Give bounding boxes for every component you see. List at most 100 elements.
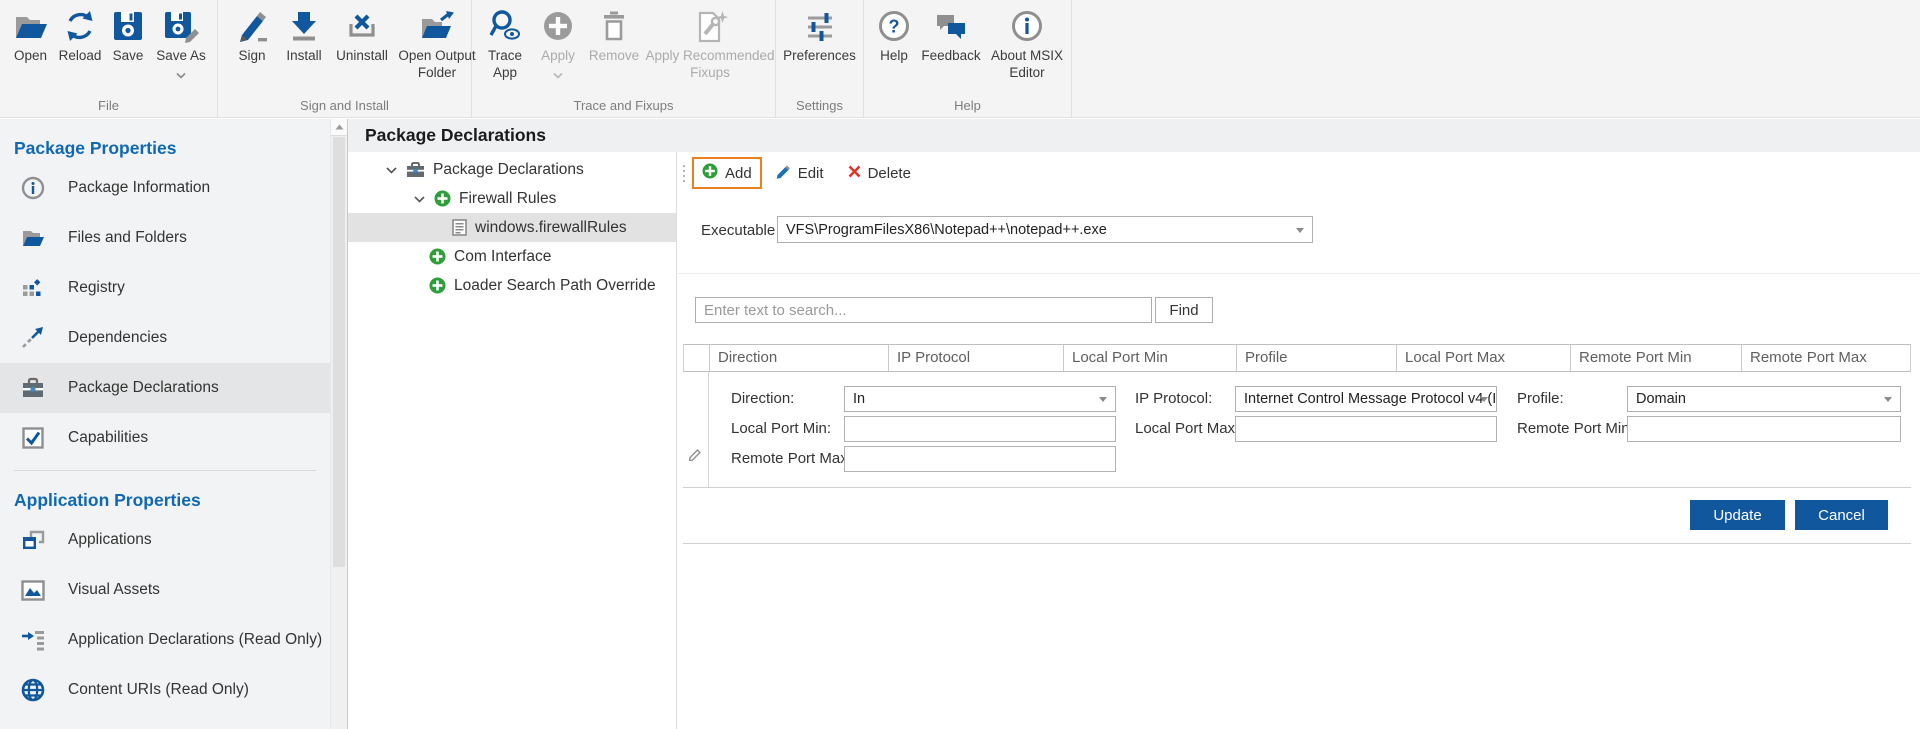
dependencies-icon xyxy=(20,326,46,350)
edit-label: Edit xyxy=(798,165,824,182)
sign-button[interactable]: Sign xyxy=(226,5,278,65)
column-header-local-port-min[interactable]: Local Port Min xyxy=(1063,345,1236,371)
preferences-button[interactable]: Preferences xyxy=(778,5,862,65)
install-label: Install xyxy=(286,48,321,65)
column-header-remote-port-max[interactable]: Remote Port Max xyxy=(1741,345,1910,371)
remove-label: Remove xyxy=(589,48,639,65)
green-plus-icon xyxy=(702,163,718,183)
chevron-down-icon xyxy=(1480,397,1488,402)
remove-button[interactable]: Remove xyxy=(584,5,644,65)
sidebar-item-applications[interactable]: Applications xyxy=(0,515,330,565)
edit-button[interactable]: Edit xyxy=(768,160,832,187)
ip-protocol-combobox[interactable]: Internet Control Message Protocol v4 (I.… xyxy=(1235,386,1497,412)
save-button[interactable]: Save xyxy=(105,5,151,65)
trace-app-icon xyxy=(488,5,522,47)
sidebar-item-visual-assets[interactable]: Visual Assets xyxy=(0,565,330,615)
page-title-bar: Package Declarations xyxy=(348,119,1920,152)
info-icon xyxy=(20,176,46,200)
sidebar-item-content-uris[interactable]: Content URIs (Read Only) xyxy=(0,665,330,715)
save-as-button[interactable]: Save As xyxy=(151,5,211,84)
column-header-profile[interactable]: Profile xyxy=(1236,345,1396,371)
sidebar-item-files-and-folders[interactable]: Files and Folders xyxy=(0,213,330,263)
open-label: Open xyxy=(14,48,47,65)
about-msix-editor-label: About MSIX Editor xyxy=(984,48,1070,82)
tree-item-label: Com Interface xyxy=(454,248,551,266)
column-header-direction[interactable]: Direction xyxy=(709,345,888,371)
folder-icon xyxy=(20,228,46,249)
sidebar-item-capabilities[interactable]: Capabilities xyxy=(0,413,330,463)
open-button[interactable]: Open xyxy=(6,5,55,65)
remote-port-min-input[interactable] xyxy=(1627,416,1901,442)
delete-label: Delete xyxy=(868,165,911,182)
executable-value: VFS\ProgramFilesX86\Notepad++\notepad++.… xyxy=(786,222,1107,238)
sidebar-item-package-information[interactable]: Package Information xyxy=(0,163,330,213)
feedback-button[interactable]: Feedback xyxy=(918,5,984,65)
local-port-max-label: Local Port Max: xyxy=(1135,416,1239,442)
tree-item-windows-firewallrules[interactable]: windows.firewallRules xyxy=(348,213,676,242)
ribbon-group-file: Open Reload Save Save As File xyxy=(0,0,218,117)
sidebar-item-label: Content URIs (Read Only) xyxy=(68,681,249,699)
column-header-ip-protocol[interactable]: IP Protocol xyxy=(888,345,1063,371)
sidebar-item-dependencies[interactable]: Dependencies xyxy=(0,313,330,363)
executable-combobox[interactable]: VFS\ProgramFilesX86\Notepad++\notepad++.… xyxy=(777,216,1313,243)
chevron-down-icon xyxy=(1099,397,1107,402)
tree-item-com-interface[interactable]: Com Interface xyxy=(348,242,676,271)
local-port-min-input[interactable] xyxy=(844,416,1116,442)
install-icon xyxy=(287,5,321,47)
help-button[interactable]: ? Help xyxy=(870,5,918,65)
delete-x-icon xyxy=(848,165,861,182)
local-port-max-input[interactable] xyxy=(1235,416,1497,442)
delete-button[interactable]: Delete xyxy=(840,161,919,186)
chevron-down-icon[interactable] xyxy=(384,166,398,174)
add-label: Add xyxy=(725,165,752,182)
uninstall-button[interactable]: Uninstall xyxy=(330,5,394,65)
ribbon-group-trace-fixups: Trace App Apply Remove Apply Recommended… xyxy=(472,0,776,117)
column-header-remote-port-min[interactable]: Remote Port Min xyxy=(1570,345,1741,371)
direction-combobox[interactable]: In xyxy=(844,386,1116,412)
ribbon-group-label-settings: Settings xyxy=(776,98,863,113)
document-icon xyxy=(452,219,467,236)
about-msix-editor-button[interactable]: About MSIX Editor xyxy=(984,5,1070,82)
rule-edit-row: Direction: In IP Protocol: Internet Cont… xyxy=(683,372,1911,488)
update-button[interactable]: Update xyxy=(1690,500,1785,530)
direction-value: In xyxy=(853,391,865,407)
chevron-down-icon xyxy=(553,66,563,84)
scroll-up-icon[interactable] xyxy=(331,119,347,136)
sidebar-item-label: Capabilities xyxy=(68,429,148,447)
profile-combobox[interactable]: Domain xyxy=(1627,386,1901,412)
sidebar-scrollbar[interactable] xyxy=(330,119,347,729)
find-button[interactable]: Find xyxy=(1155,297,1213,323)
tree-item-firewall-rules[interactable]: Firewall Rules xyxy=(348,184,676,213)
declarations-tree: Package Declarations Firewall Rules wind… xyxy=(348,152,677,729)
sidebar-item-application-declarations[interactable]: Application Declarations (Read Only) xyxy=(0,615,330,665)
install-button[interactable]: Install xyxy=(278,5,330,65)
apply-recommended-fixups-label: Apply Recommended Fixups xyxy=(644,48,776,82)
tree-item-loader-search-path-override[interactable]: Loader Search Path Override xyxy=(348,271,676,300)
preferences-icon xyxy=(803,5,837,47)
toolbar-grip-handle[interactable] xyxy=(683,165,685,182)
chevron-down-icon xyxy=(1296,228,1304,233)
ribbon-group-settings: Preferences Settings xyxy=(776,0,864,117)
save-as-label: Save As xyxy=(156,48,206,65)
profile-label: Profile: xyxy=(1517,386,1564,412)
cancel-button[interactable]: Cancel xyxy=(1795,500,1888,530)
column-header-local-port-max[interactable]: Local Port Max xyxy=(1396,345,1570,371)
tree-item-package-declarations[interactable]: Package Declarations xyxy=(348,155,676,184)
sign-icon xyxy=(235,5,269,47)
tree-item-label: Package Declarations xyxy=(433,161,584,179)
add-button[interactable]: Add xyxy=(692,157,762,189)
sidebar-item-registry[interactable]: Registry xyxy=(0,263,330,313)
executable-label: Executable xyxy=(701,222,775,239)
remote-port-max-input[interactable] xyxy=(844,446,1116,472)
open-output-folder-button[interactable]: Open Output Folder xyxy=(394,5,480,82)
apply-button[interactable]: Apply xyxy=(532,5,584,84)
sidebar-item-package-declarations[interactable]: Package Declarations xyxy=(0,363,330,413)
apply-recommended-fixups-button[interactable]: Apply Recommended Fixups xyxy=(644,5,776,82)
feedback-label: Feedback xyxy=(921,48,980,65)
trace-app-button[interactable]: Trace App xyxy=(478,5,532,82)
ribbon-group-label-trace-fixups: Trace and Fixups xyxy=(472,98,775,113)
search-input[interactable] xyxy=(695,297,1152,323)
reload-button[interactable]: Reload xyxy=(55,5,105,65)
chevron-down-icon[interactable] xyxy=(412,195,426,203)
scrollbar-thumb[interactable] xyxy=(333,137,345,567)
